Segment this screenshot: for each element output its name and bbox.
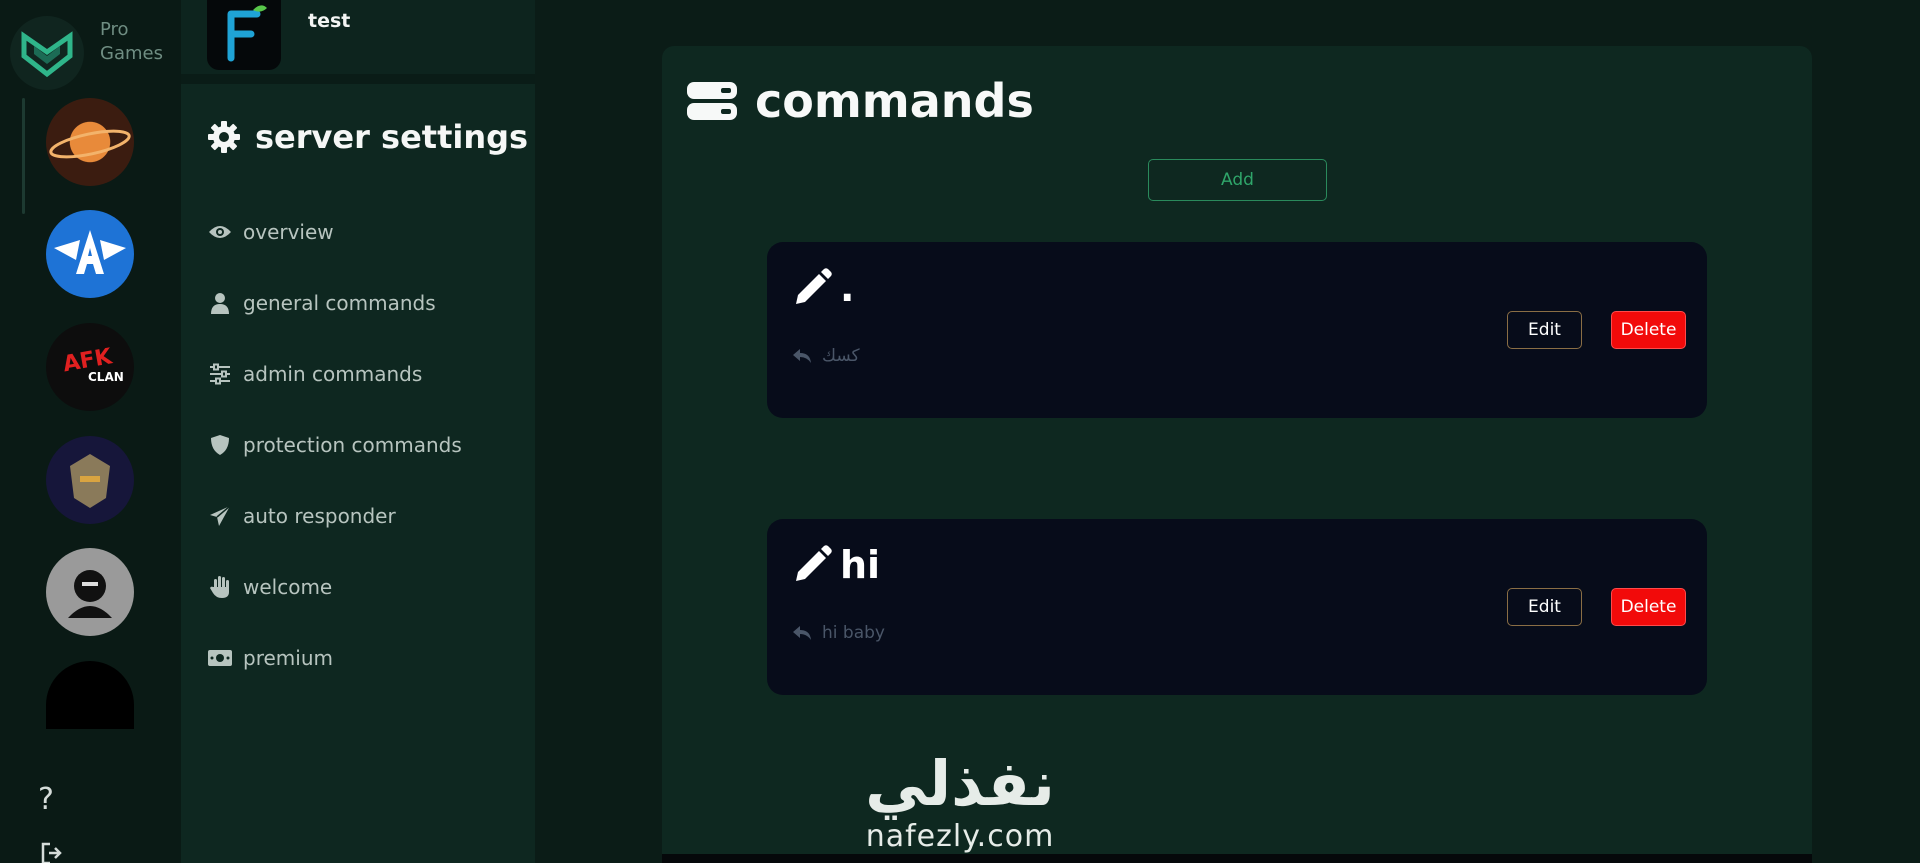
nav-item-label: auto responder <box>243 503 396 528</box>
guild-header: test <box>181 0 535 84</box>
pencil-icon[interactable] <box>792 268 832 308</box>
command-reply-text: كسك <box>822 346 860 366</box>
command-name: hi <box>792 543 880 587</box>
guild-name: test <box>308 10 351 32</box>
settings-title: server settings <box>207 118 528 156</box>
nav-item-premium[interactable]: premium <box>207 622 462 693</box>
nav-item-label: overview <box>243 219 334 244</box>
brand-logo <box>10 16 84 90</box>
nav-item-auto-responder[interactable]: auto responder <box>207 480 462 551</box>
active-server-indicator <box>22 98 25 214</box>
nav-item-welcome[interactable]: welcome <box>207 551 462 622</box>
nav-item-label: admin commands <box>243 361 423 386</box>
logout-icon[interactable] <box>40 842 62 863</box>
brand[interactable]: Pro Games <box>10 8 180 90</box>
brand-name: Pro Games <box>100 18 163 66</box>
bottom-strip <box>662 854 1812 863</box>
server-icon <box>687 82 737 120</box>
eye-icon <box>207 224 233 240</box>
page-title-text: commands <box>755 74 1034 128</box>
help-icon[interactable]: ? <box>38 782 54 817</box>
add-button[interactable]: Add <box>1148 159 1327 201</box>
command-card: . كسك Edit Delete <box>767 242 1707 418</box>
nav-item-admin-commands[interactable]: admin commands <box>207 338 462 409</box>
reply-icon <box>793 626 811 640</box>
svg-text:CLAN: CLAN <box>88 370 124 384</box>
user-icon <box>207 292 233 314</box>
watermark-arabic: نفذلي <box>865 747 1055 820</box>
command-card: hi hi baby Edit Delete <box>767 519 1707 695</box>
hand-icon <box>207 575 233 599</box>
watermark-latin: nafezly.com <box>865 819 1055 854</box>
nav-item-label: protection commands <box>243 432 462 457</box>
delete-button[interactable]: Delete <box>1611 311 1686 349</box>
sliders-icon <box>207 363 233 385</box>
money-icon <box>207 649 233 667</box>
edit-button[interactable]: Edit <box>1507 311 1582 349</box>
paper-plane-icon <box>207 504 233 527</box>
command-reply: hi baby <box>792 623 885 643</box>
server-rail: Pro Games AFK CLAN ? <box>0 0 181 863</box>
edit-button[interactable]: Edit <box>1507 588 1582 626</box>
settings-title-text: server settings <box>255 118 529 156</box>
nav-item-label: premium <box>243 645 333 670</box>
command-name: . <box>792 266 854 310</box>
server-unknown-team[interactable] <box>46 548 134 636</box>
brand-line-1: Pro <box>100 19 129 40</box>
nav-item-label: welcome <box>243 574 333 599</box>
command-name-text: hi <box>840 543 881 587</box>
delete-button[interactable]: Delete <box>1611 588 1686 626</box>
command-reply: كسك <box>792 346 860 366</box>
server-knight[interactable] <box>46 436 134 524</box>
nav-item-overview[interactable]: overview <box>207 196 462 267</box>
command-reply-text: hi baby <box>822 623 885 643</box>
settings-nav: overview general commands admin commands… <box>207 196 462 693</box>
shield-icon <box>207 434 233 456</box>
server-dark[interactable] <box>46 661 134 729</box>
commands-panel: commands Add . كسك Edit Delete hi hi bab… <box>662 46 1812 863</box>
brand-line-2: Games <box>100 43 163 64</box>
pencil-icon[interactable] <box>792 545 832 585</box>
reply-icon <box>793 349 811 363</box>
server-afk-clan[interactable]: AFK CLAN <box>46 323 134 411</box>
server-wings-a[interactable] <box>46 210 134 298</box>
server-planet[interactable] <box>46 98 134 186</box>
watermark: نفذلي nafezly.com <box>850 748 1070 858</box>
page-title: commands <box>687 74 1034 128</box>
nav-item-label: general commands <box>243 290 436 315</box>
nav-item-protection-commands[interactable]: protection commands <box>207 409 462 480</box>
command-name-text: . <box>840 266 855 310</box>
settings-sidebar: test server settings overview general co… <box>181 0 535 863</box>
nav-item-general-commands[interactable]: general commands <box>207 267 462 338</box>
gear-icon <box>208 121 240 153</box>
guild-icon[interactable] <box>207 0 281 70</box>
